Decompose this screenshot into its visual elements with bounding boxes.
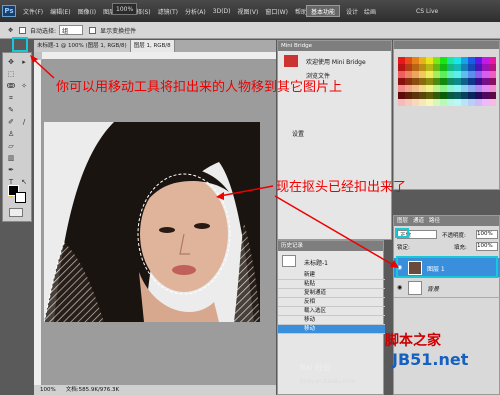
watermark-baidu-url: jingyan.baidu.com <box>300 378 356 385</box>
annotation-done-tip: 现在抠头已经扣出来了 <box>276 180 407 195</box>
watermark-baidu: Bai 经验 <box>300 363 332 372</box>
annotation-move-tip: 你可以用移动工具将扣出来的人物移到其它图片上 <box>56 80 343 95</box>
watermark-site-cn: 脚本之家 <box>385 333 441 349</box>
watermark-site-url: JB51.net <box>392 350 469 369</box>
